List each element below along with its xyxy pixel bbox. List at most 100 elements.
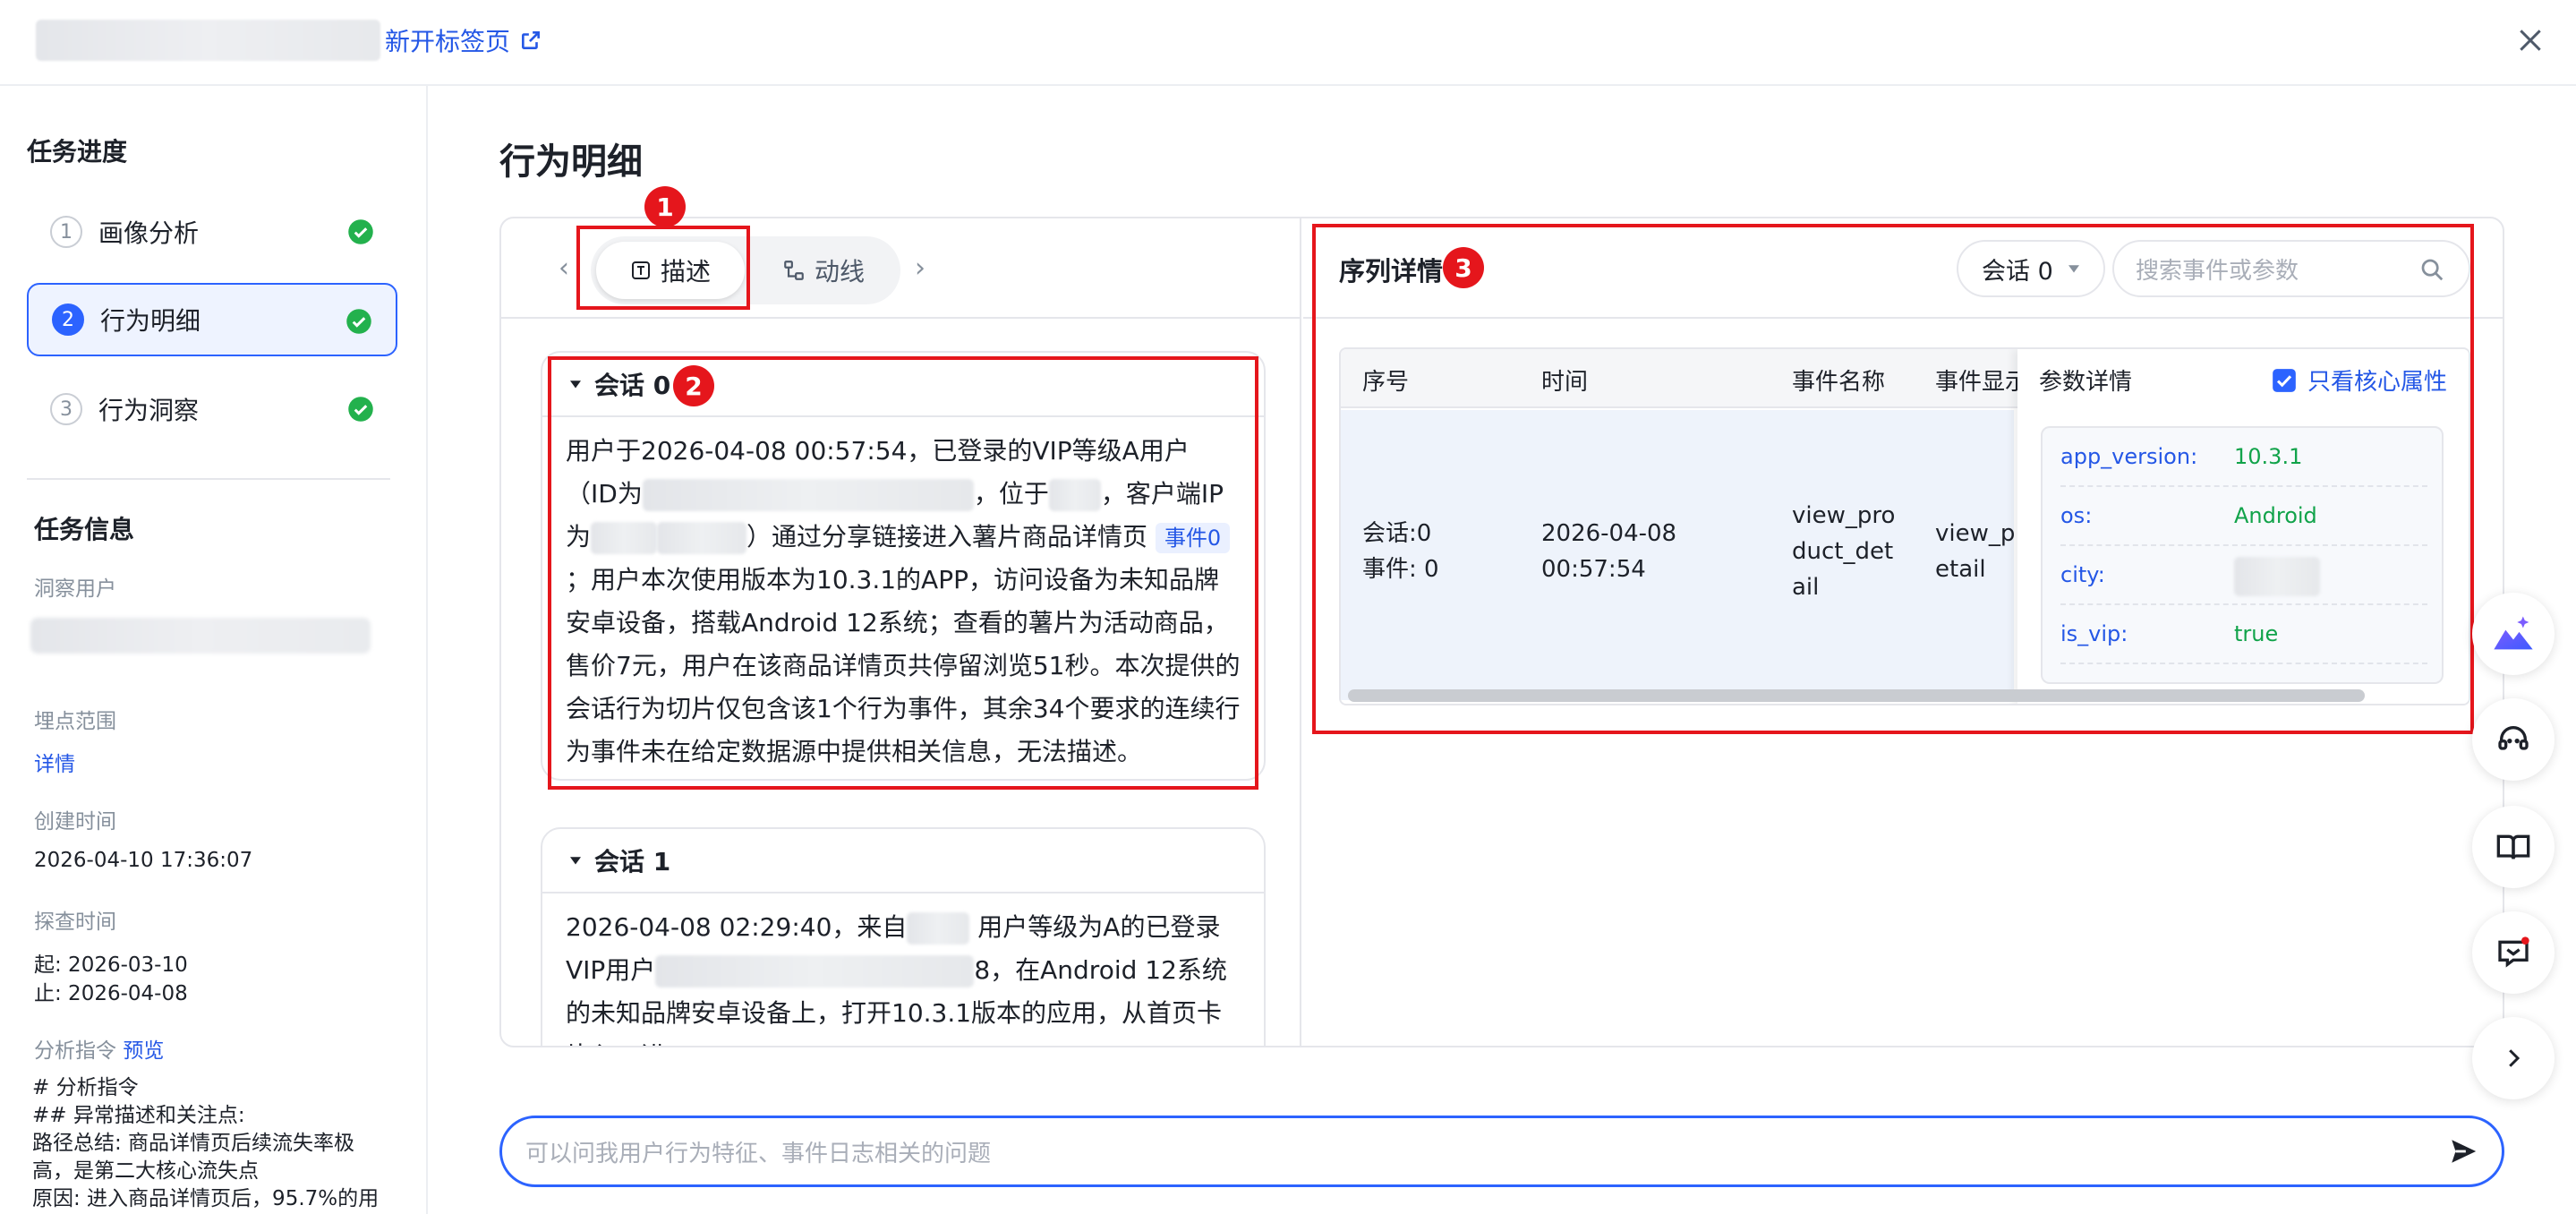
- step-label: 画像分析: [98, 218, 200, 248]
- event-search-input[interactable]: 搜索事件或参数: [2112, 240, 2470, 297]
- tab-label: 描述: [660, 257, 711, 286]
- param-key: is_vip:: [2060, 621, 2128, 646]
- created-time-value: 2026-04-10 17:36:07: [34, 849, 253, 872]
- cell-line: 00:57:54: [1541, 556, 1646, 583]
- instruction-preview-link[interactable]: 预览: [123, 1039, 164, 1063]
- new-tab-link[interactable]: 新开标签页: [385, 20, 542, 61]
- step-label: 行为明细: [100, 306, 201, 336]
- annotation-badge-1: 1: [644, 186, 686, 227]
- instruction-text: # 分析指令 ## 异常描述和关注点: 路径总结: 商品详情页后续流失率极 高，…: [32, 1074, 399, 1213]
- probe-time-label: 探查时间: [34, 910, 116, 934]
- step-label: 行为洞察: [98, 396, 200, 425]
- session-card-0: 会话 0 用户于2026-04-08 00:57:54，已登录的VIP等级A用户…: [541, 351, 1266, 781]
- instruction-label-row: 分析指令 预览: [34, 1033, 164, 1064]
- created-time-label: 创建时间: [34, 810, 116, 834]
- instruction-line: 原因: 进入商品详情页后，95.7%的用: [32, 1187, 380, 1210]
- step-behavior-insight[interactable]: 3 行为洞察: [27, 372, 397, 446]
- desc-text: 2026-04-08 02:29:40，来自: [566, 912, 908, 942]
- step-portrait-analysis[interactable]: 1 画像分析: [27, 195, 397, 269]
- chat-input[interactable]: 可以问我用户行为特征、事件日志相关的问题: [499, 1116, 2504, 1187]
- sequence-pane: 序列详情 会话 0 搜索事件或参数 序号 时间 事件名称 事件显示 会话:0 事…: [1303, 218, 2503, 1046]
- tab-bar: ‹ 描述 动线 ›: [501, 218, 1300, 319]
- progress-title: 任务进度: [27, 137, 128, 167]
- redacted-id: [642, 479, 974, 511]
- step-number: 1: [50, 216, 82, 248]
- redacted-ip: [657, 522, 747, 554]
- task-sidebar: 任务进度 1 画像分析 2 行为明细 3 行为洞察 任务信息 洞察用户 埋点范围…: [0, 86, 428, 1214]
- param-value: true: [2234, 621, 2279, 646]
- redacted-ip: [591, 522, 658, 554]
- top-bar: 新开标签页: [0, 0, 2576, 86]
- col-event-name: 事件名称: [1792, 369, 1886, 396]
- flow-icon: [784, 261, 804, 280]
- core-only-toggle[interactable]: 只看核心属性: [2272, 363, 2447, 397]
- behavior-panel: ‹ 描述 动线 › 会话 0 用户于2026-04-08 00:57:54，已登: [499, 217, 2504, 1047]
- support-button[interactable]: [2472, 698, 2555, 781]
- param-value: Android: [2234, 503, 2317, 528]
- param-detail-column: 参数详情 只看核心属性 app_version: 10.3.1 os: Andr…: [2017, 349, 2469, 704]
- session-title: 会话 0: [594, 371, 671, 400]
- instruction-line: 高，是第二大核心流失点: [32, 1159, 259, 1183]
- session-description: 用户于2026-04-08 00:57:54，已登录的VIP等级A用户（ID为，…: [542, 417, 1264, 774]
- cell-seq: 会话:0 事件: 0: [1362, 516, 1439, 587]
- feedback-button[interactable]: [2472, 911, 2555, 994]
- headset-icon: [2498, 726, 2529, 750]
- table-row[interactable]: 会话:0 事件: 0 2026-04-08 00:57:54 view_pro …: [1341, 410, 2014, 700]
- step-number: 3: [50, 393, 82, 425]
- check-circle-icon: [348, 219, 373, 244]
- sequence-title: 序列详情: [1339, 256, 1444, 286]
- tracking-scope-label: 埋点范围: [34, 710, 116, 733]
- tab-description[interactable]: 描述: [596, 242, 745, 299]
- cell-line: 事件: 0: [1362, 556, 1439, 583]
- message-icon: [2498, 936, 2529, 968]
- desc-text: ；用户本次使用版本为10.3.1的APP，访问设备为未知品牌安卓设备，搭载And…: [566, 565, 1241, 766]
- page-title: 行为明细: [499, 141, 643, 183]
- search-placeholder: 搜索事件或参数: [2136, 257, 2299, 285]
- instruction-line: # 分析指令: [32, 1076, 139, 1099]
- horizontal-scrollbar[interactable]: [1348, 689, 2365, 702]
- tab-label: 动线: [814, 257, 865, 286]
- session-select[interactable]: 会话 0: [1957, 240, 2105, 297]
- cell-line: 会话:0: [1362, 520, 1432, 547]
- desc-text: ）通过分享链接进入薯片商品详情页: [746, 522, 1148, 551]
- redacted-id: [655, 955, 975, 987]
- param-key: city:: [2060, 562, 2105, 587]
- checkbox-checked-icon: [2273, 368, 2296, 392]
- ai-assistant-button[interactable]: [2472, 593, 2555, 675]
- expand-button[interactable]: [2472, 1017, 2555, 1099]
- send-icon[interactable]: [2448, 1136, 2478, 1167]
- redacted-city: [2234, 557, 2320, 596]
- instruction-line: 路径总结: 商品详情页后续流失率极: [32, 1132, 355, 1155]
- cell-line: duct_det: [1792, 538, 1894, 565]
- event-tag[interactable]: 事件0: [1155, 523, 1231, 553]
- cell-time: 2026-04-08 00:57:54: [1541, 516, 1676, 587]
- param-row: is_vip: true: [2060, 605, 2427, 664]
- session-header[interactable]: 会话 0: [542, 353, 1264, 417]
- tracking-scope-detail-link[interactable]: 详情: [34, 747, 75, 777]
- text-icon: [631, 261, 650, 279]
- tab-scroll-right-button[interactable]: ›: [915, 252, 925, 284]
- insight-user-label: 洞察用户: [34, 577, 116, 601]
- annotation-badge-2: 2: [673, 365, 714, 406]
- param-key: app_version:: [2060, 444, 2198, 469]
- docs-button[interactable]: [2472, 806, 2555, 888]
- session-header[interactable]: 会话 1: [542, 829, 1264, 893]
- desc-text: ，位于: [973, 479, 1049, 509]
- view-mode-segment: 描述 动线: [591, 236, 900, 304]
- param-value: 10.3.1: [2234, 444, 2303, 469]
- tab-flow[interactable]: 动线: [752, 242, 895, 299]
- col-event-display: 事件显示: [1935, 369, 2029, 396]
- instruction-line: ## 异常描述和关注点:: [32, 1104, 245, 1127]
- close-button[interactable]: [2508, 18, 2553, 63]
- caret-down-icon: [2068, 265, 2079, 273]
- chat-placeholder: 可以问我用户行为特征、事件日志相关的问题: [525, 1140, 992, 1167]
- step-behavior-detail[interactable]: 2 行为明细: [27, 283, 397, 356]
- cell-event-name: view_pro duct_det ail: [1792, 498, 1895, 605]
- tab-scroll-left-button[interactable]: ‹: [559, 252, 569, 284]
- description-pane: ‹ 描述 动线 › 会话 0 用户于2026-04-08 00:57:54，已登: [501, 218, 1301, 1046]
- check-circle-icon: [348, 397, 373, 422]
- redacted-location: [1048, 479, 1101, 511]
- col-time: 时间: [1541, 369, 1589, 396]
- redacted-user-id: [30, 618, 371, 654]
- cell-line: ail: [1792, 574, 1820, 601]
